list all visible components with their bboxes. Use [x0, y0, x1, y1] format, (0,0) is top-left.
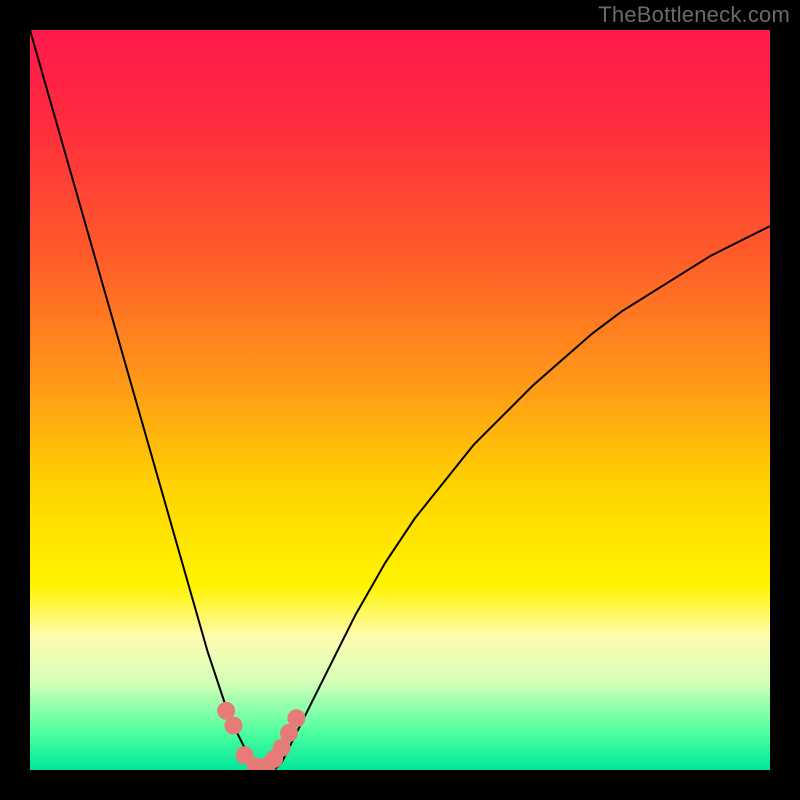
watermark-text: TheBottleneck.com: [598, 2, 790, 28]
curve-marker: [287, 709, 305, 727]
chart-frame: TheBottleneck.com: [0, 0, 800, 800]
plot-area: [30, 30, 770, 770]
curve-marker: [225, 717, 243, 735]
gradient-background: [30, 30, 770, 770]
plot-svg: [30, 30, 770, 770]
